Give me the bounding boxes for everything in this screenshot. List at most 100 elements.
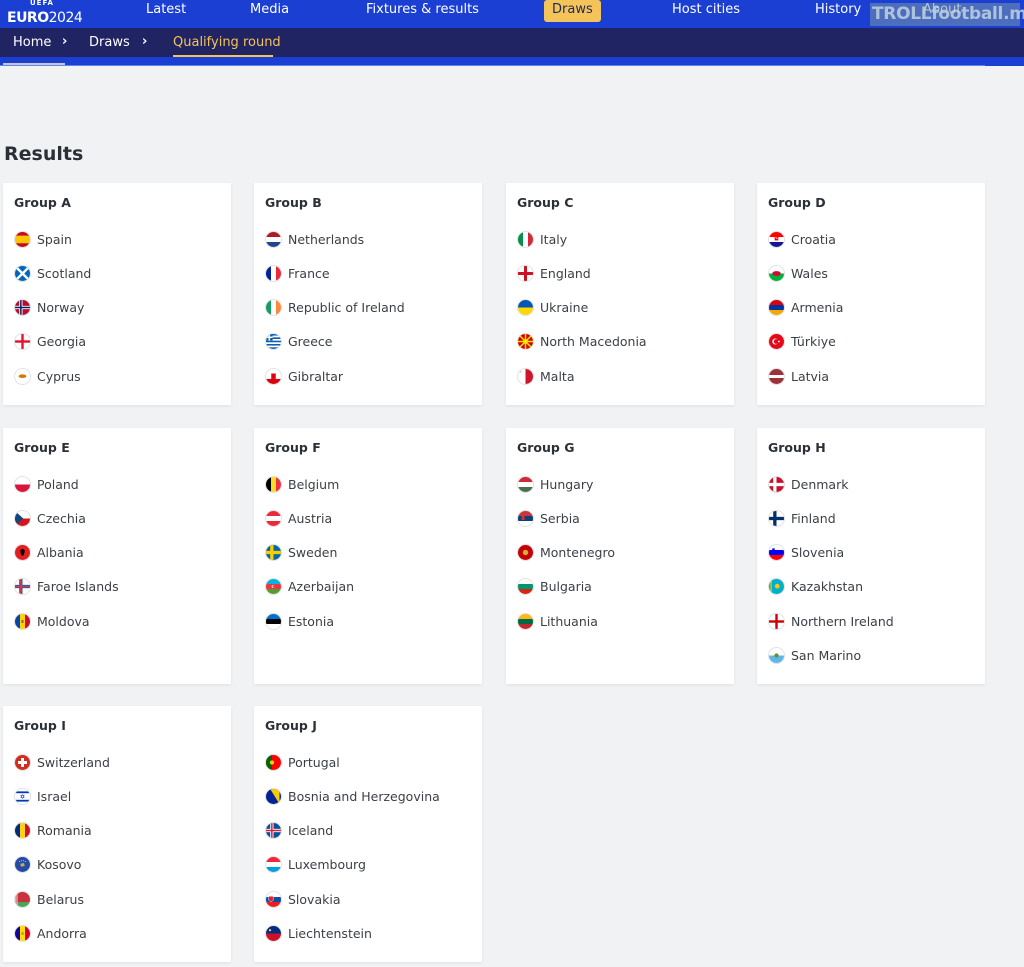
group-title: Group A bbox=[14, 195, 71, 210]
team-item[interactable]: Bulgaria bbox=[517, 578, 592, 596]
team-item[interactable]: Türkiye bbox=[768, 333, 836, 351]
team-name: Netherlands bbox=[288, 231, 365, 247]
team-item[interactable]: Greece bbox=[265, 333, 333, 351]
team-item[interactable]: Kosovo bbox=[14, 856, 81, 874]
team-name: Latvia bbox=[791, 368, 830, 384]
team-item[interactable]: Moldova bbox=[14, 612, 90, 630]
team-item[interactable]: Serbia bbox=[517, 509, 580, 527]
nav-history[interactable]: History bbox=[815, 0, 861, 22]
group-card-g: Group G Hungary Serbia Montenegro Bulgaria Li… bbox=[506, 428, 734, 684]
team-item[interactable]: England bbox=[517, 264, 591, 282]
team-name: Liechtenstein bbox=[288, 926, 372, 941]
liechtenstein-flag-icon bbox=[265, 925, 282, 942]
team-item[interactable]: Denmark bbox=[768, 475, 848, 493]
team-name: Estonia bbox=[288, 613, 335, 629]
nav-draws[interactable]: Draws bbox=[544, 0, 601, 22]
team-item[interactable]: Lithuania bbox=[517, 612, 598, 630]
team-item[interactable]: Spain bbox=[14, 230, 72, 248]
euro2024-logo[interactable]: UEFA EURO2024 bbox=[7, 0, 83, 28]
team-name: Norway bbox=[37, 300, 85, 316]
team-item[interactable]: Armenia bbox=[768, 299, 843, 317]
team-item[interactable]: Luxembourg bbox=[265, 856, 366, 874]
team-item[interactable]: Malta bbox=[517, 367, 574, 385]
group-card-d: Group D Croatia Wales Armenia Türkiye Latvia bbox=[757, 183, 985, 405]
team-item[interactable]: Italy bbox=[517, 230, 567, 248]
team-item[interactable]: Kazakhstan bbox=[768, 578, 863, 596]
croatia-flag-icon bbox=[768, 230, 785, 248]
team-name: Cyprus bbox=[37, 368, 81, 384]
team-item[interactable]: Azerbaijan bbox=[265, 578, 354, 596]
team-name: Sweden bbox=[288, 545, 338, 561]
team-item[interactable]: Finland bbox=[768, 509, 836, 527]
team-item[interactable]: Wales bbox=[768, 264, 828, 282]
italy-flag-icon bbox=[517, 230, 534, 248]
team-item[interactable]: Georgia bbox=[14, 333, 86, 351]
nav-latest[interactable]: Latest bbox=[146, 0, 186, 22]
team-item[interactable]: Albania bbox=[14, 544, 84, 562]
team-item[interactable]: Cyprus bbox=[14, 367, 81, 385]
breadcrumb-qualifying-round[interactable]: Qualifying round bbox=[173, 35, 281, 50]
team-item[interactable]: Romania bbox=[14, 822, 92, 840]
team-item[interactable]: San Marino bbox=[768, 647, 861, 665]
team-name: Denmark bbox=[791, 476, 849, 492]
team-item[interactable]: Israel bbox=[14, 787, 71, 805]
group-card-f: Group F Belgium Austria Sweden Azerbaijan Est… bbox=[254, 428, 482, 684]
team-name: Republic of Ireland bbox=[288, 300, 405, 316]
serbia-flag-icon bbox=[517, 509, 534, 527]
team-item[interactable]: Hungary bbox=[517, 475, 593, 493]
team-item[interactable]: Latvia bbox=[768, 367, 829, 385]
team-item[interactable]: Montenegro bbox=[517, 544, 615, 562]
nav-host-cities[interactable]: Host cities bbox=[672, 0, 740, 22]
team-item[interactable]: Slovenia bbox=[768, 544, 844, 562]
team-item[interactable]: Estonia bbox=[265, 612, 334, 630]
team-item[interactable]: France bbox=[265, 264, 330, 282]
chevron-right-icon: › bbox=[142, 34, 148, 49]
breadcrumb-home[interactable]: Home bbox=[13, 35, 51, 50]
team-item[interactable]: Sweden bbox=[265, 544, 337, 562]
san-marino-flag-icon bbox=[768, 647, 785, 664]
norway-flag-icon bbox=[14, 299, 31, 317]
belarus-flag-icon bbox=[14, 890, 31, 908]
team-item[interactable]: Belarus bbox=[14, 890, 84, 908]
group-title: Group H bbox=[768, 440, 826, 455]
andorra-flag-icon bbox=[14, 925, 31, 942]
team-item[interactable]: Northern Ireland bbox=[768, 612, 894, 630]
england-flag-icon bbox=[517, 264, 534, 282]
breadcrumb-draws[interactable]: Draws bbox=[89, 35, 130, 50]
team-item[interactable]: Andorra bbox=[14, 925, 87, 943]
team-item[interactable]: Norway bbox=[14, 299, 84, 317]
team-name: Slovenia bbox=[791, 545, 845, 561]
team-item[interactable]: Ukraine bbox=[517, 299, 588, 317]
group-title: Group J bbox=[265, 718, 317, 733]
team-item[interactable]: Faroe Islands bbox=[14, 578, 119, 596]
team-item[interactable]: Poland bbox=[14, 475, 79, 493]
group-card-a: Group A Spain Scotland Norway Georgia Cyprus bbox=[3, 183, 231, 405]
nav-media[interactable]: Media bbox=[250, 0, 289, 22]
team-item[interactable]: Bosnia and Herzegovina bbox=[265, 787, 440, 805]
czechia-flag-icon bbox=[14, 509, 31, 527]
nav-fixtures-results[interactable]: Fixtures & results bbox=[366, 0, 479, 22]
team-item[interactable]: Gibraltar bbox=[265, 367, 343, 385]
netherlands-flag-icon bbox=[265, 230, 282, 248]
team-item[interactable]: North Macedonia bbox=[517, 333, 647, 351]
team-item[interactable]: Iceland bbox=[265, 822, 333, 840]
team-name: Iceland bbox=[288, 823, 334, 839]
team-item[interactable]: Czechia bbox=[14, 509, 86, 527]
team-item[interactable]: Republic of Ireland bbox=[265, 299, 405, 317]
team-item[interactable]: Scotland bbox=[14, 264, 91, 282]
team-item[interactable]: Switzerland bbox=[14, 753, 110, 771]
team-item[interactable]: Belgium bbox=[265, 475, 339, 493]
team-name: Andorra bbox=[37, 926, 87, 941]
logo-main: EURO bbox=[7, 10, 49, 26]
team-item[interactable]: Croatia bbox=[768, 230, 836, 248]
team-name: Armenia bbox=[791, 300, 844, 316]
team-item[interactable]: Portugal bbox=[265, 753, 340, 771]
team-item[interactable]: Austria bbox=[265, 509, 332, 527]
team-name: Spain bbox=[37, 231, 72, 247]
switzerland-flag-icon bbox=[14, 753, 31, 771]
team-item[interactable]: Liechtenstein bbox=[265, 925, 372, 943]
team-name: Bosnia and Herzegovina bbox=[288, 788, 440, 804]
logo-uefa-text: UEFA bbox=[30, 0, 54, 7]
team-item[interactable]: Netherlands bbox=[265, 230, 364, 248]
team-item[interactable]: Slovakia bbox=[265, 890, 340, 908]
